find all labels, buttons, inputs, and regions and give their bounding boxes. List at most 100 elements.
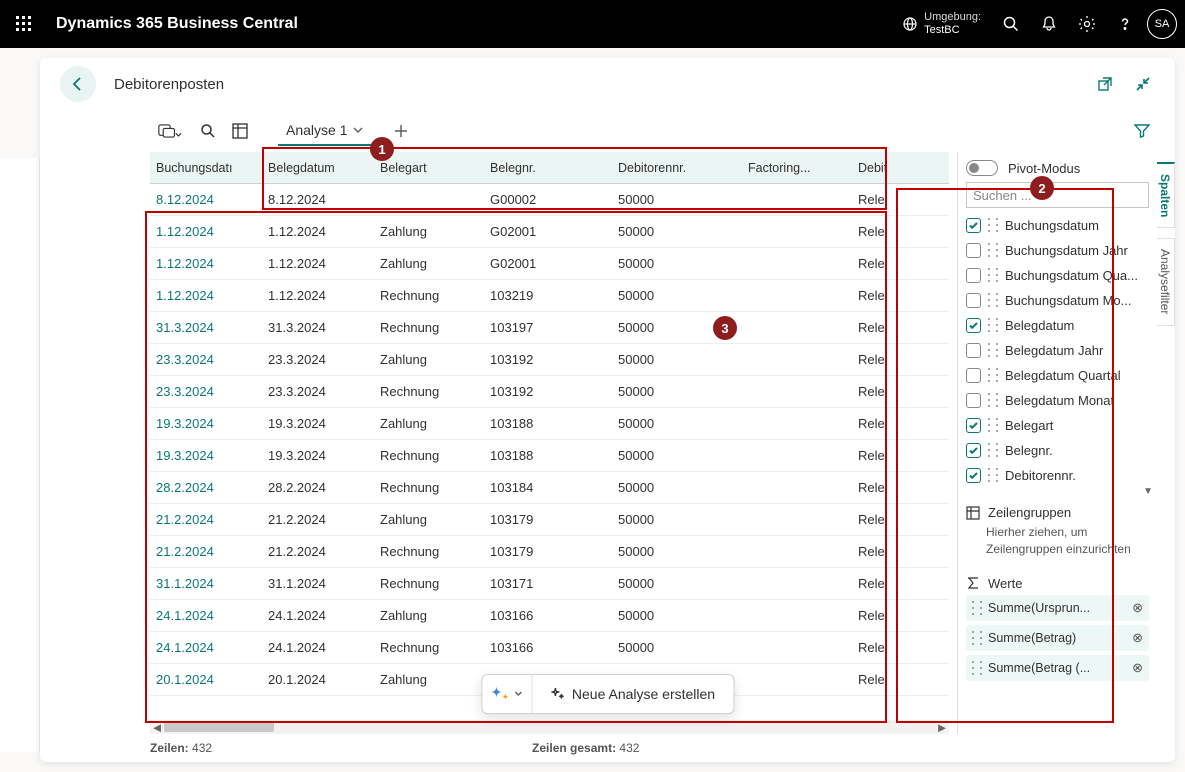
table-cell[interactable]: 23.3.2024 [150,384,262,399]
copilot-bar[interactable]: Neue Analyse erstellen [481,674,734,714]
remove-chip-button[interactable]: ⊗ [1132,600,1143,616]
checkbox[interactable] [966,468,981,483]
checkbox[interactable] [966,318,981,333]
analysis-tab[interactable]: Analyse 1 [278,116,371,146]
drag-handle-icon[interactable] [988,268,998,282]
search-tb-icon[interactable] [196,119,220,143]
column-field-toggle[interactable]: Belegnr. [966,439,1149,461]
col-header[interactable]: Belegnr. [484,161,612,175]
table-row[interactable]: 23.3.202423.3.2024Rechnung10319250000Rel… [150,376,949,408]
table-row[interactable]: 28.2.202428.2.2024Rechnung10318450000Rel… [150,472,949,504]
table-cell[interactable]: 24.1.2024 [150,608,262,623]
grid-header[interactable]: Buchungsdatı Belegdatum Belegart Belegnr… [150,152,949,184]
drag-handle-icon[interactable] [988,243,998,257]
checkbox[interactable] [966,393,981,408]
checkbox[interactable] [966,293,981,308]
table-row[interactable]: 31.1.202431.1.2024Rechnung10317150000Rel… [150,568,949,600]
table-row[interactable]: 23.3.202423.3.2024Zahlung10319250000Rele [150,344,949,376]
back-button[interactable] [60,66,96,102]
scroll-down-indicator[interactable]: ▼ [958,486,1157,497]
help-icon[interactable] [1109,8,1141,40]
scroll-right-arrow[interactable]: ► [935,721,949,733]
col-header[interactable]: Factoring... [742,161,852,175]
side-tab-columns[interactable]: Spalten [1157,162,1175,228]
col-header[interactable]: Debit [852,161,896,175]
table-row[interactable]: 19.3.202419.3.2024Rechnung10318850000Rel… [150,440,949,472]
column-field-toggle[interactable]: Belegdatum Jahr [966,339,1149,361]
table-row[interactable]: 8.12.20248.12.2024G0000250000Rele [150,184,949,216]
table-row[interactable]: 21.2.202421.2.2024Rechnung10317950000Rel… [150,536,949,568]
table-cell[interactable]: 31.1.2024 [150,576,262,591]
drag-handle-icon[interactable] [972,661,982,675]
horizontal-scrollbar[interactable]: ◄ ► [150,720,949,734]
drag-handle-icon[interactable] [988,318,998,332]
drag-handle-icon[interactable] [972,631,982,645]
table-cell[interactable]: 28.2.2024 [150,480,262,495]
drag-handle-icon[interactable] [988,218,998,232]
checkbox[interactable] [966,268,981,283]
notifications-icon[interactable] [1033,8,1065,40]
column-field-toggle[interactable]: Belegdatum Monat [966,389,1149,411]
table-cell[interactable]: 1.12.2024 [150,288,262,303]
column-field-toggle[interactable]: Belegdatum [966,314,1149,336]
drag-handle-icon[interactable] [988,343,998,357]
column-field-toggle[interactable]: Buchungsdatum Mo... [966,289,1149,311]
table-cell[interactable]: 19.3.2024 [150,448,262,463]
column-field-toggle[interactable]: Belegdatum Quartal [966,364,1149,386]
collapse-icon[interactable] [1131,72,1155,96]
drag-handle-icon[interactable] [988,393,998,407]
value-chip[interactable]: Summe(Betrag)⊗ [966,625,1149,651]
drag-handle-icon[interactable] [988,293,998,307]
table-cell[interactable]: 21.2.2024 [150,544,262,559]
col-header[interactable]: Belegart [374,161,484,175]
table-row[interactable]: 21.2.202421.2.2024Zahlung10317950000Rele [150,504,949,536]
table-cell[interactable]: 31.3.2024 [150,320,262,335]
col-header[interactable]: Buchungsdatı [150,161,262,175]
scroll-left-arrow[interactable]: ◄ [150,721,164,733]
app-launcher-button[interactable] [8,8,40,40]
add-analysis-button[interactable] [389,119,413,143]
table-row[interactable]: 1.12.20241.12.2024Rechnung10321950000Rel… [150,280,949,312]
column-search-input[interactable]: Suchen ... [966,182,1149,208]
search-icon[interactable] [995,8,1027,40]
table-cell[interactable]: 19.3.2024 [150,416,262,431]
column-tb-icon[interactable] [228,119,252,143]
pivot-mode-toggle[interactable] [966,160,998,176]
drag-handle-icon[interactable] [988,443,998,457]
column-field-toggle[interactable]: Belegart [966,414,1149,436]
drag-handle-icon[interactable] [988,418,998,432]
open-external-icon[interactable] [1093,72,1117,96]
table-cell[interactable]: 20.1.2024 [150,672,262,687]
remove-chip-button[interactable]: ⊗ [1132,630,1143,646]
col-header[interactable]: Debitorennr. [612,161,742,175]
table-cell[interactable]: 23.3.2024 [150,352,262,367]
grid-body[interactable]: 8.12.20248.12.2024G0000250000Rele1.12.20… [150,184,949,720]
table-row[interactable]: 24.1.202424.1.2024Zahlung10316650000Rele [150,600,949,632]
remove-chip-button[interactable]: ⊗ [1132,660,1143,676]
table-row[interactable]: 31.3.202431.3.2024Rechnung10319750000Rel… [150,312,949,344]
table-cell[interactable]: 21.2.2024 [150,512,262,527]
value-chip[interactable]: Summe(Betrag (...⊗ [966,655,1149,681]
table-cell[interactable]: 1.12.2024 [150,224,262,239]
column-field-toggle[interactable]: Buchungsdatum Jahr [966,239,1149,261]
side-tab-filters[interactable]: Analysefilter [1157,238,1175,325]
checkbox[interactable] [966,218,981,233]
column-field-toggle[interactable]: Buchungsdatum [966,214,1149,236]
table-row[interactable]: 1.12.20241.12.2024ZahlungG0200150000Rele [150,216,949,248]
column-field-toggle[interactable]: Buchungsdatum Qua... [966,264,1149,286]
table-cell[interactable]: 24.1.2024 [150,640,262,655]
table-row[interactable]: 19.3.202419.3.2024Zahlung10318850000Rele [150,408,949,440]
value-chip[interactable]: Summe(Ursprun...⊗ [966,595,1149,621]
checkbox[interactable] [966,368,981,383]
table-row[interactable]: 24.1.202424.1.2024Rechnung10316650000Rel… [150,632,949,664]
checkbox[interactable] [966,343,981,358]
table-cell[interactable]: 8.12.2024 [150,192,262,207]
filter-icon[interactable] [1133,119,1157,143]
checkbox[interactable] [966,443,981,458]
checkbox[interactable] [966,418,981,433]
checkbox[interactable] [966,243,981,258]
drag-handle-icon[interactable] [972,601,982,615]
settings-icon[interactable] [1071,8,1103,40]
column-field-toggle[interactable]: Debitorennr. [966,464,1149,486]
user-avatar[interactable]: SA [1147,9,1177,39]
